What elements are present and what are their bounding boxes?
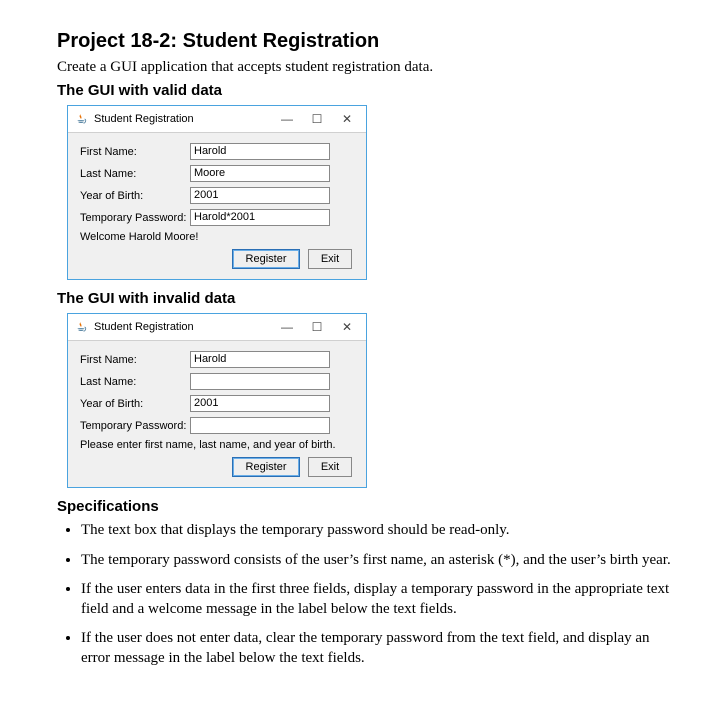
intro-text: Create a GUI application that accepts st… [57,59,677,76]
page-title: Project 18-2: Student Registration [57,30,677,53]
maximize-button[interactable]: ☐ [302,109,332,129]
last-name-label: Last Name: [80,168,190,180]
close-button[interactable]: ✕ [332,109,362,129]
temp-password-field: Harold*2001 [190,209,330,226]
window-title: Student Registration [94,321,272,333]
last-name-label: Last Name: [80,376,190,388]
maximize-button[interactable]: ☐ [302,317,332,337]
specifications-list: The text box that displays the temporary… [57,521,677,668]
minimize-button[interactable]: — [272,317,302,337]
first-name-field[interactable]: Harold [190,351,330,368]
year-of-birth-label: Year of Birth: [80,398,190,410]
exit-button[interactable]: Exit [308,457,352,477]
last-name-field[interactable] [190,373,330,390]
year-of-birth-label: Year of Birth: [80,190,190,202]
close-button[interactable]: ✕ [332,317,362,337]
minimize-button[interactable]: — [272,109,302,129]
exit-button[interactable]: Exit [308,249,352,269]
year-of-birth-field[interactable]: 2001 [190,395,330,412]
temp-password-field [190,417,330,434]
window-invalid: Student Registration — ☐ ✕ First Name: H… [67,313,367,488]
temp-password-label: Temporary Password: [80,212,190,224]
java-app-icon [74,112,88,126]
window-valid: Student Registration — ☐ ✕ First Name: H… [67,105,367,280]
first-name-field[interactable]: Harold [190,143,330,160]
register-button[interactable]: Register [232,457,300,477]
list-item: If the user does not enter data, clear t… [81,629,677,668]
status-message: Welcome Harold Moore! [80,231,356,243]
section-specs-heading: Specifications [57,498,677,515]
list-item: If the user enters data in the first thr… [81,580,677,619]
titlebar: Student Registration — ☐ ✕ [68,314,366,341]
window-title: Student Registration [94,113,272,125]
first-name-label: First Name: [80,354,190,366]
java-app-icon [74,320,88,334]
first-name-label: First Name: [80,146,190,158]
register-button[interactable]: Register [232,249,300,269]
list-item: The text box that displays the temporary… [81,521,677,541]
list-item: The temporary password consists of the u… [81,551,677,571]
status-message: Please enter first name, last name, and … [80,439,356,451]
section-valid-heading: The GUI with valid data [57,82,677,99]
last-name-field[interactable]: Moore [190,165,330,182]
section-invalid-heading: The GUI with invalid data [57,290,677,307]
titlebar: Student Registration — ☐ ✕ [68,106,366,133]
temp-password-label: Temporary Password: [80,420,190,432]
year-of-birth-field[interactable]: 2001 [190,187,330,204]
